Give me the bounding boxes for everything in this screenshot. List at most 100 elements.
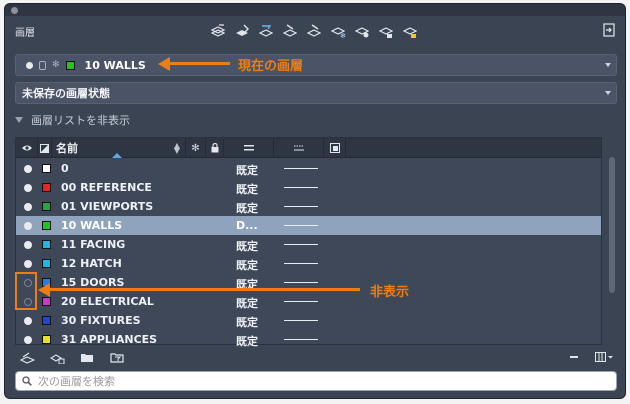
column-lock[interactable] xyxy=(206,138,224,158)
column-color[interactable] xyxy=(38,138,52,158)
layer-row[interactable]: 01 VIEWPORTS 既定 xyxy=(16,197,601,216)
layer-linetype[interactable]: 既定 xyxy=(236,181,258,197)
layer-row[interactable]: 30 FIXTURES 既定 xyxy=(16,311,601,330)
visibility-on-icon[interactable] xyxy=(24,184,32,192)
hidden-layers-highlight xyxy=(15,272,37,310)
layer-color-swatch[interactable] xyxy=(42,164,51,173)
layer-lineweight[interactable] xyxy=(284,187,318,188)
layer-state-dropdown[interactable]: 未保存の画層状態 xyxy=(15,82,617,104)
visibility-on-icon[interactable] xyxy=(24,203,32,211)
color-column-icon xyxy=(40,143,49,153)
layer-settings-icon[interactable] xyxy=(49,350,65,364)
layer-name: 0 xyxy=(61,162,69,175)
layer-isolate-icon[interactable]: ✻ xyxy=(329,22,347,40)
column-visibility[interactable] xyxy=(16,138,38,158)
collapse-triangle-icon xyxy=(15,117,23,123)
current-layer-name: 10 WALLS xyxy=(84,58,146,72)
layer-lineweight[interactable] xyxy=(284,282,318,283)
panel-title: 画層 xyxy=(15,28,35,39)
layer-match-icon[interactable] xyxy=(281,22,299,40)
visibility-icon xyxy=(26,61,33,69)
layer-linetype[interactable]: 既定 xyxy=(236,238,258,254)
layer-color-swatch[interactable] xyxy=(42,183,51,192)
layer-linetype[interactable]: 既定 xyxy=(236,295,258,311)
layer-linetype[interactable]: 既定 xyxy=(236,257,258,273)
set-current-layer-icon[interactable] xyxy=(257,22,275,40)
column-linetype[interactable] xyxy=(224,138,274,158)
layer-lock-icon[interactable] xyxy=(377,22,395,40)
layer-properties-icon[interactable] xyxy=(209,22,227,40)
layer-list-toggle[interactable]: 画層リストを非表示 xyxy=(15,112,130,128)
filter-folder-icon[interactable] xyxy=(109,350,125,364)
layer-toolbar: ✻ xyxy=(209,22,419,40)
layer-linetype[interactable]: 既定 xyxy=(236,314,258,330)
new-layer-icon[interactable] xyxy=(233,22,251,40)
layer-name: 11 FACING xyxy=(61,238,126,251)
transparency-column-icon xyxy=(329,143,340,153)
visibility-on-icon[interactable] xyxy=(24,165,32,173)
column-lineweight[interactable] xyxy=(274,138,324,158)
layer-linetype[interactable]: 既定 xyxy=(236,162,258,178)
layer-color-swatch[interactable] xyxy=(42,335,51,344)
visibility-on-icon[interactable] xyxy=(24,241,32,249)
current-layer-dropdown[interactable]: ✻ 10 WALLS xyxy=(15,54,617,76)
layer-row[interactable]: 00 REFERENCE 既定 xyxy=(16,178,601,197)
column-transparency[interactable] xyxy=(324,138,346,158)
layer-row[interactable]: 11 FACING 既定 xyxy=(16,235,601,254)
sort-indicator-icon xyxy=(112,153,122,158)
layer-freeze-icon[interactable] xyxy=(305,22,323,40)
visibility-on-icon[interactable] xyxy=(24,317,32,325)
layer-name: 00 REFERENCE xyxy=(61,181,152,194)
layer-lineweight[interactable] xyxy=(284,244,318,245)
search-icon xyxy=(22,376,32,386)
collapse-button[interactable] xyxy=(570,356,578,358)
annotation-arrow-line-hidden xyxy=(48,288,360,291)
layer-off-icon[interactable] xyxy=(353,22,371,40)
layer-color-swatch[interactable] xyxy=(42,297,51,306)
layer-lineweight[interactable] xyxy=(284,320,318,321)
annotation-arrow-line-current xyxy=(168,62,230,65)
column-settings-button[interactable] xyxy=(595,351,613,363)
layer-linetype[interactable]: 既定 xyxy=(236,200,258,216)
layer-linetype[interactable]: 既定 xyxy=(236,333,258,349)
layer-lineweight[interactable] xyxy=(284,263,318,264)
layer-row[interactable]: 12 HATCH 既定 xyxy=(16,254,601,273)
layer-row[interactable]: 31 APPLIANCES 既定 xyxy=(16,330,601,349)
layer-row[interactable]: 20 ELECTRICAL 既定 xyxy=(16,292,601,311)
search-input[interactable] xyxy=(38,373,608,389)
column-freeze[interactable]: ✻ xyxy=(186,138,206,158)
layer-grid: 名前 ▲ ▼ ✻ 0 既定 00 REFERENCE 既定 01 VIEWPORTS 既定 1… xyxy=(15,137,602,348)
layer-row[interactable]: 10 WALLS D... xyxy=(16,216,601,235)
layer-unlock-icon[interactable] xyxy=(401,22,419,40)
layers-palette: 画層 ✻ ✻ 10 WALLS 未保存の画層状態 画層リストを非表示 名前 ▲ … xyxy=(4,3,626,399)
visibility-on-icon[interactable] xyxy=(24,222,32,230)
layer-lineweight[interactable] xyxy=(284,206,318,207)
open-folder-icon[interactable] xyxy=(79,350,95,364)
vertical-scrollbar[interactable] xyxy=(609,157,615,293)
close-icon[interactable] xyxy=(11,7,18,14)
layer-color-swatch[interactable] xyxy=(42,240,51,249)
layer-color-swatch[interactable] xyxy=(42,221,51,230)
layer-search-box[interactable] xyxy=(15,371,617,391)
column-name-label: 名前 xyxy=(56,142,78,155)
layer-lineweight[interactable] xyxy=(284,168,318,169)
column-name[interactable]: 名前 ▲ ▼ xyxy=(52,138,186,158)
svg-text:✻: ✻ xyxy=(340,32,346,39)
layer-lineweight[interactable] xyxy=(284,339,318,340)
layer-lineweight[interactable] xyxy=(284,225,318,226)
layer-stack-icon[interactable] xyxy=(19,350,35,364)
layer-name: 10 WALLS xyxy=(61,219,123,232)
layer-row[interactable]: 0 既定 xyxy=(16,159,601,178)
layer-color-swatch[interactable] xyxy=(42,316,51,325)
layer-color-swatch[interactable] xyxy=(42,259,51,268)
layer-lineweight[interactable] xyxy=(284,301,318,302)
dock-icon[interactable] xyxy=(603,23,615,37)
annotation-current-layer: 現在の画層 xyxy=(238,59,304,74)
grid-header: 名前 ▲ ▼ ✻ xyxy=(16,138,601,158)
layer-linetype[interactable]: D... xyxy=(236,219,258,232)
visibility-on-icon[interactable] xyxy=(24,336,32,344)
layer-color-swatch[interactable] xyxy=(42,202,51,211)
chevron-down-icon xyxy=(605,63,611,67)
layer-state-label: 未保存の画層状態 xyxy=(22,87,110,100)
visibility-on-icon[interactable] xyxy=(24,260,32,268)
